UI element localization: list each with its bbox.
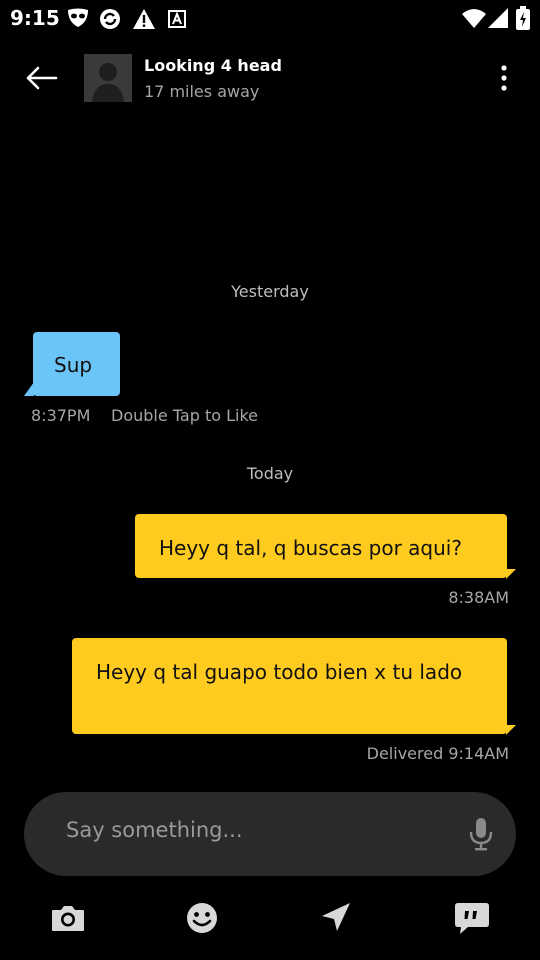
status-bar: 9:15	[0, 0, 540, 36]
bubble-tail	[506, 725, 516, 735]
warning-icon	[132, 8, 156, 34]
outgoing-message-bubble[interactable]: Heyy q tal, q buscas por aqui?	[135, 514, 507, 578]
microphone-icon	[469, 818, 493, 851]
arrow-left-icon	[26, 66, 58, 90]
avatar[interactable]	[84, 54, 132, 102]
message-time: 8:37PM	[31, 406, 91, 425]
chat-header: Looking 4 head 17 miles away	[0, 44, 540, 114]
wifi-icon	[462, 8, 486, 32]
back-button[interactable]	[20, 60, 64, 96]
profile-name[interactable]: Looking 4 head	[144, 56, 282, 75]
double-tap-hint: Double Tap to Like	[111, 406, 258, 425]
sync-icon	[98, 8, 122, 34]
day-separator: Yesterday	[231, 282, 309, 301]
saved-phrases-icon	[455, 903, 489, 934]
grindr-mask-icon	[66, 8, 90, 32]
message-status: Delivered 9:14AM	[366, 744, 509, 763]
message-input[interactable]: Say something...	[66, 818, 243, 842]
microphone-button[interactable]	[468, 816, 494, 852]
emoji-icon	[187, 903, 217, 933]
default-avatar-icon	[84, 54, 132, 102]
message-status: 8:38AM	[448, 588, 509, 607]
message-text: Sup	[54, 353, 93, 377]
status-time: 9:15	[10, 6, 60, 30]
outgoing-message-bubble[interactable]: Heyy q tal guapo todo bien x tu lado	[72, 638, 507, 734]
emoji-button[interactable]	[182, 900, 222, 936]
message-text: Heyy q tal guapo todo bien x tu lado	[96, 660, 463, 684]
signal-icon	[488, 8, 508, 32]
profile-distance: 17 miles away	[144, 82, 260, 101]
bubble-tail	[506, 569, 516, 579]
message-text: Heyy q tal, q buscas por aqui?	[159, 536, 462, 560]
more-options-button[interactable]	[488, 60, 520, 96]
send-location-icon	[322, 903, 350, 931]
incoming-message-bubble[interactable]: Sup	[33, 332, 120, 396]
message-composer[interactable]: Say something...	[24, 792, 516, 876]
battery-icon	[516, 6, 530, 34]
day-separator: Today	[246, 464, 294, 483]
send-location-button[interactable]	[316, 900, 356, 936]
saved-phrases-button[interactable]	[452, 900, 492, 936]
font-a-icon	[168, 10, 186, 32]
camera-button[interactable]	[48, 900, 88, 936]
camera-icon	[52, 906, 84, 931]
more-vert-icon	[501, 65, 507, 91]
